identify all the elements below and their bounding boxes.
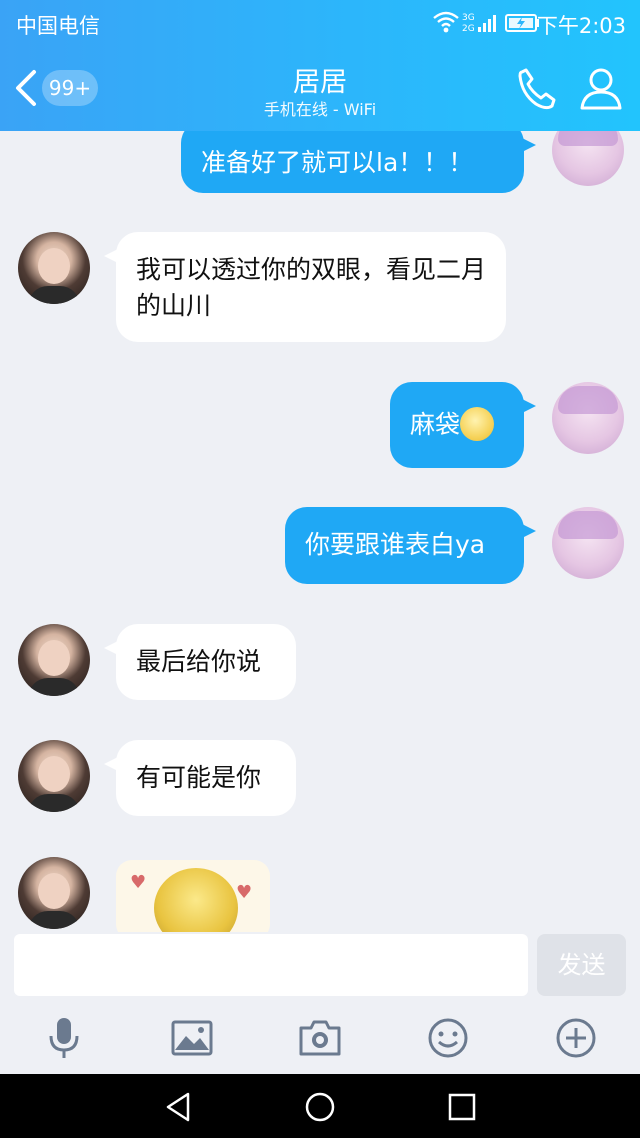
status-bar: 中国电信 3G 2G 下午2:03: [0, 0, 640, 44]
message-text: 有可能是你: [136, 763, 262, 792]
compose-bar: 发送: [0, 932, 640, 1004]
emoji-icon[interactable]: [426, 1016, 470, 1060]
message-text: 准备好了就可以la！！！: [201, 148, 474, 177]
chat-nav: 99+ 居居 手机在线 - WiFi: [0, 50, 640, 130]
heart-icon: ♥: [236, 882, 253, 903]
profile-button[interactable]: [576, 64, 626, 114]
contact-avatar[interactable]: [18, 857, 90, 929]
compose-toolbar: [0, 1004, 640, 1074]
phone-icon: [518, 68, 556, 110]
message-bubble-outgoing[interactable]: 麻袋: [390, 382, 536, 468]
app-header: 中国电信 3G 2G 下午2:03 99+ 居居 手机在线 - WiFi: [0, 0, 640, 131]
contact-avatar[interactable]: [18, 232, 90, 304]
back-triangle-icon[interactable]: [162, 1090, 196, 1124]
sticker-face: [154, 868, 238, 932]
my-avatar[interactable]: [552, 382, 624, 454]
message-bubble-incoming[interactable]: 有可能是你: [104, 740, 296, 816]
clock: 下午2:03: [536, 14, 626, 38]
heart-icon: ♥: [130, 872, 147, 893]
person-icon: [580, 68, 622, 110]
home-circle-icon[interactable]: [303, 1090, 337, 1124]
my-avatar[interactable]: [552, 131, 624, 186]
message-text: 麻袋: [410, 410, 461, 439]
status-icons: 3G 2G: [432, 9, 542, 35]
plus-icon[interactable]: [554, 1016, 598, 1060]
carrier-label: 中国电信: [16, 14, 100, 38]
contact-avatar[interactable]: [18, 740, 90, 812]
message-text: 我可以透过你的双眼，看见二月的山川: [136, 255, 487, 320]
camera-icon[interactable]: [298, 1016, 342, 1060]
battery-icon: [505, 14, 539, 32]
message-list[interactable]: 准备好了就可以la！！！ 我可以透过你的双眼，看见二月的山川 麻袋 你要跟谁表白…: [0, 131, 640, 932]
my-avatar[interactable]: [552, 507, 624, 579]
message-bubble-incoming[interactable]: 最后给你说: [104, 624, 296, 700]
message-text: 最后给你说: [136, 647, 262, 676]
system-navigation-bar: [0, 1074, 640, 1138]
wifi-icon: [433, 11, 459, 27]
message-text: 你要跟谁表白ya: [305, 530, 486, 559]
image-icon[interactable]: [170, 1016, 214, 1060]
contact-avatar[interactable]: [18, 624, 90, 696]
send-button[interactable]: 发送: [537, 934, 626, 996]
signal-icon: [478, 15, 496, 32]
moon-face-emoji: [460, 407, 495, 441]
recent-apps-icon[interactable]: [445, 1090, 479, 1124]
sticker-image[interactable]: ♥ ♥: [116, 860, 270, 932]
svg-text:2G: 2G: [462, 24, 475, 34]
message-bubble-incoming[interactable]: 我可以透过你的双眼，看见二月的山川: [104, 232, 506, 342]
svg-text:3G: 3G: [462, 13, 475, 23]
message-bubble-outgoing[interactable]: 准备好了就可以la！！！: [181, 131, 536, 193]
call-button[interactable]: [512, 64, 562, 114]
microphone-icon[interactable]: [42, 1016, 86, 1060]
message-input[interactable]: [14, 934, 528, 996]
message-bubble-outgoing[interactable]: 你要跟谁表白ya: [285, 507, 536, 584]
